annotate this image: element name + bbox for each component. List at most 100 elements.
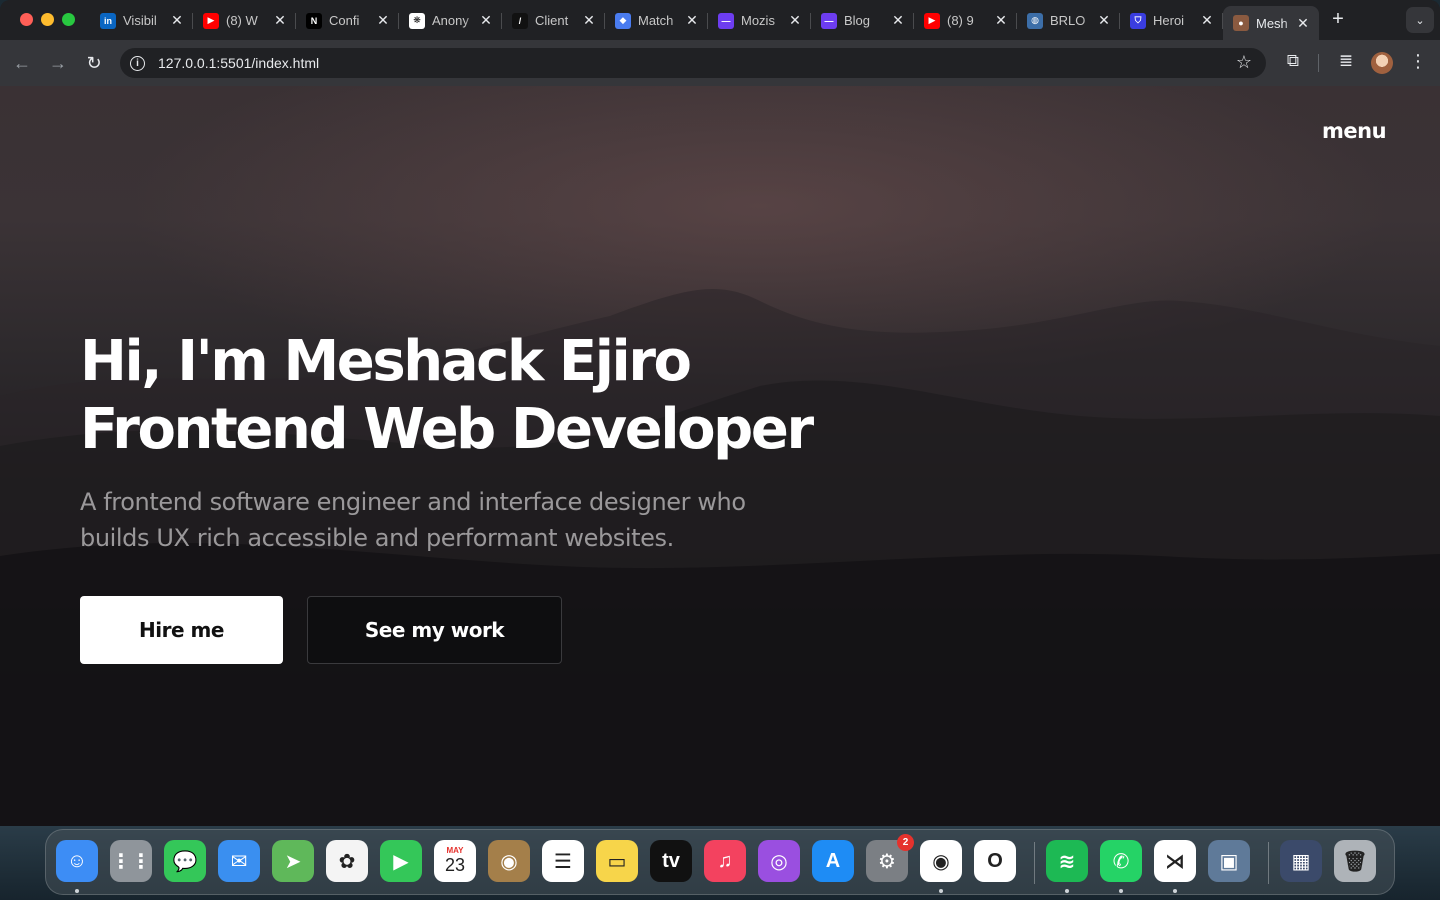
url-text[interactable]: 127.0.0.1:5501/index.html: [158, 55, 319, 71]
tab-close-icon[interactable]: ✕: [272, 12, 288, 29]
mozis-icon: —: [821, 12, 837, 29]
maximize-window-button[interactable]: [62, 13, 75, 26]
dock: ☺ ⋮⋮ 💬 ✉ ➤ ✿ ▶ MAY 23 ◉ ☰ ▭ tv ♫ ◎ A ⚙ 2 ◉ O ≋ ✆ ⋊ ▣ ▦ 🗑: [45, 829, 1395, 895]
close-window-button[interactable]: [20, 13, 33, 26]
notes-glyph: ▭: [607, 850, 627, 873]
mail-glyph: ✉: [230, 850, 248, 873]
hire-me-button[interactable]: Hire me: [80, 596, 283, 664]
chrome-icon[interactable]: ◉: [920, 840, 962, 882]
opera-icon[interactable]: O: [974, 840, 1016, 882]
maps-icon[interactable]: ➤: [272, 840, 314, 882]
notes-icon[interactable]: ▭: [596, 840, 638, 882]
browser-tab[interactable]: — Blog ✕: [811, 6, 914, 35]
trash-icon[interactable]: 🗑: [1334, 840, 1376, 882]
browser-tab[interactable]: ⛉ Heroi ✕: [1120, 6, 1223, 35]
vscode-icon[interactable]: ⋊: [1154, 840, 1196, 882]
calendar-icon[interactable]: MAY 23: [434, 840, 476, 882]
facetime-icon[interactable]: ▶: [380, 840, 422, 882]
appstore-icon[interactable]: A: [812, 840, 854, 882]
facetime-glyph: ▶: [393, 850, 409, 873]
tab-title: Visibil: [123, 13, 157, 28]
browser-tab[interactable]: in Visibil ✕: [90, 6, 193, 35]
tab-close-icon[interactable]: ✕: [581, 12, 597, 29]
tab-strip: in Visibil ✕ ▶ (8) W ✕ N Confi ✕ ❋ Anony ✕ / Client ✕ ◆…: [0, 0, 1440, 40]
tab-close-icon[interactable]: ✕: [993, 12, 1009, 29]
photos-icon[interactable]: ✿: [326, 840, 368, 882]
music-glyph: ♫: [717, 849, 733, 872]
screenshot-stack-icon[interactable]: ▦: [1280, 840, 1322, 882]
hero-heading-name: Hi, I'm Meshack Ejiro: [80, 329, 692, 394]
running-indicator: [939, 889, 943, 893]
media-controls-icon[interactable]: ≣: [1334, 51, 1358, 71]
contacts-icon[interactable]: ◉: [488, 840, 530, 882]
back-button[interactable]: ←: [10, 51, 34, 75]
tab-close-icon[interactable]: ✕: [1295, 15, 1311, 32]
see-my-work-button[interactable]: See my work: [307, 596, 562, 664]
page-viewport: menu Hi, I'm Meshack Ejiro Frontend Web …: [0, 86, 1440, 826]
minimize-window-button[interactable]: [41, 13, 54, 26]
running-indicator: [1119, 889, 1123, 893]
mail-icon[interactable]: ✉: [218, 840, 260, 882]
toolbar-divider: [1318, 54, 1319, 72]
menu-button[interactable]: menu: [1322, 112, 1388, 150]
appletv-icon[interactable]: tv: [650, 840, 692, 882]
podcasts-icon[interactable]: ◎: [758, 840, 800, 882]
tab-close-icon[interactable]: ✕: [684, 12, 700, 29]
browser-tab[interactable]: ▶ (8) 9 ✕: [914, 6, 1017, 35]
bookmark-star-icon[interactable]: ☆: [1236, 52, 1252, 73]
music-icon[interactable]: ♫: [704, 840, 746, 882]
reminders-icon[interactable]: ☰: [542, 840, 584, 882]
messages-icon[interactable]: 💬: [164, 840, 206, 882]
maps-glyph: ➤: [284, 850, 302, 873]
browser-tab[interactable]: / Client ✕: [502, 6, 605, 35]
whatsapp-icon[interactable]: ✆: [1100, 840, 1142, 882]
reload-button[interactable]: ↻: [82, 51, 106, 75]
browser-tab[interactable]: ❋ Anony ✕: [399, 6, 502, 35]
opera-glyph: O: [987, 849, 1003, 872]
browser-menu-icon[interactable]: ⋮: [1406, 51, 1430, 72]
tab-close-icon[interactable]: ✕: [478, 12, 494, 29]
browser-tab[interactable]: ◆ Match ✕: [605, 6, 708, 35]
dock-divider: [1268, 842, 1269, 884]
tab-close-icon[interactable]: ✕: [375, 12, 391, 29]
hero-subtitle: A frontend software engineer and interfa…: [80, 488, 746, 552]
browser-toolbar: ← → ↻ i 127.0.0.1:5501/index.html ☆ ⧉ ≣ …: [0, 40, 1440, 86]
running-indicator: [75, 889, 79, 893]
address-bar[interactable]: i 127.0.0.1:5501/index.html ☆: [120, 48, 1266, 78]
launchpad-icon[interactable]: ⋮⋮: [110, 840, 152, 882]
tab-close-icon[interactable]: ✕: [787, 12, 803, 29]
browser-tab[interactable]: N Confi ✕: [296, 6, 399, 35]
reminders-glyph: ☰: [554, 850, 572, 873]
browser-tab[interactable]: ◍ BRLO ✕: [1017, 6, 1120, 35]
tab-close-icon[interactable]: ✕: [169, 12, 185, 29]
browser-tab[interactable]: ▶ (8) W ✕: [193, 6, 296, 35]
tab-search-button[interactable]: ⌄: [1406, 7, 1434, 33]
tab-close-icon[interactable]: ✕: [1199, 12, 1215, 29]
spotify-glyph: ≋: [1058, 850, 1076, 873]
preview-icon[interactable]: ▣: [1208, 840, 1250, 882]
calendar-month-label: MAY: [446, 846, 464, 855]
n-logo-icon: N: [306, 12, 322, 29]
profile-avatar[interactable]: [1371, 52, 1393, 74]
system-settings-glyph: ⚙: [878, 850, 896, 873]
tab-title: (8) W: [226, 13, 258, 28]
dock-divider: [1034, 842, 1035, 884]
calendar-glyph: 23: [444, 855, 466, 875]
running-indicator: [1065, 889, 1069, 893]
tab-close-icon[interactable]: ✕: [890, 12, 906, 29]
finder-glyph: ☺: [66, 849, 88, 872]
new-tab-button[interactable]: +: [1328, 8, 1348, 31]
tab-close-icon[interactable]: ✕: [1096, 12, 1112, 29]
site-info-icon[interactable]: i: [130, 55, 145, 71]
browser-tab[interactable]: — Mozis ✕: [708, 6, 811, 35]
hero-section: Hi, I'm Meshack Ejiro Frontend Web Devel…: [80, 328, 980, 556]
forward-button[interactable]: →: [46, 51, 70, 75]
browser-tab[interactable]: ● Mesh ✕: [1223, 6, 1319, 40]
system-settings-icon[interactable]: ⚙ 2: [866, 834, 914, 882]
extensions-icon[interactable]: ⧉: [1281, 51, 1305, 71]
spotify-icon[interactable]: ≋: [1046, 840, 1088, 882]
finder-icon[interactable]: ☺: [56, 840, 98, 882]
messages-glyph: 💬: [172, 850, 198, 873]
running-indicator: [1173, 889, 1177, 893]
tab-title: Match: [638, 13, 674, 28]
